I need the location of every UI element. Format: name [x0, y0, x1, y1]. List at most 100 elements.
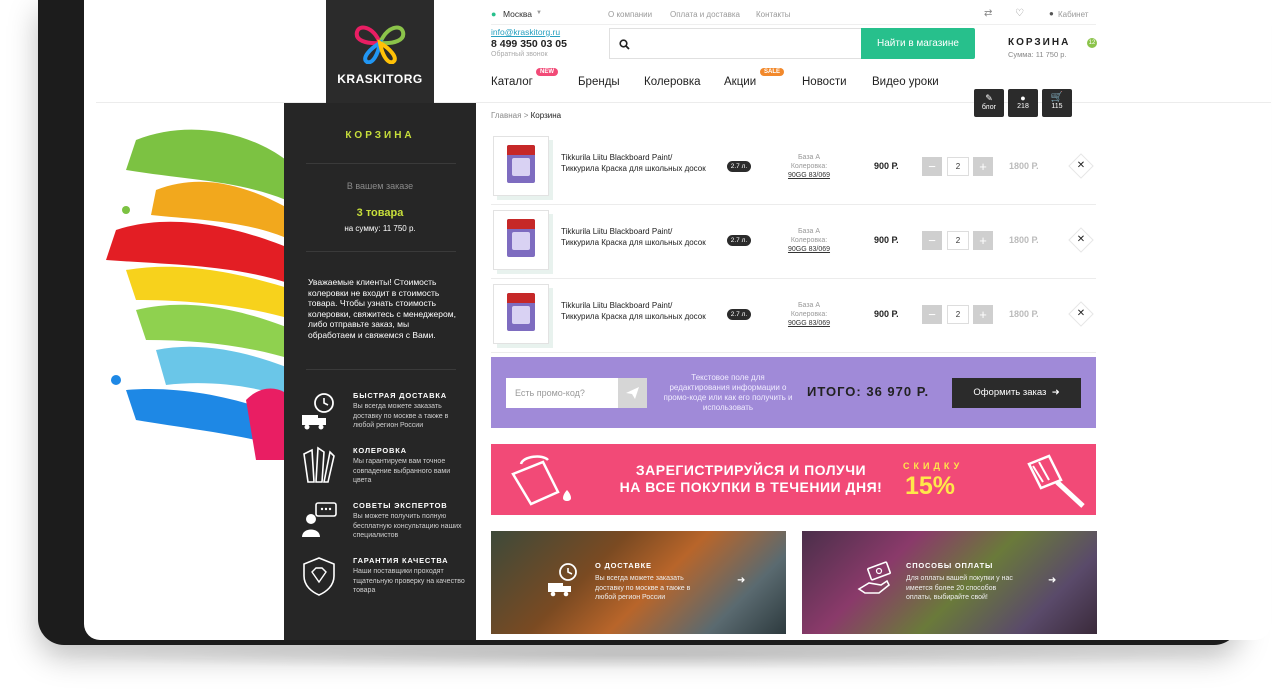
- callback-link[interactable]: Обратный звонок: [491, 51, 548, 58]
- tile-title: СПОСОБЫ ОПЛАТЫ: [906, 561, 994, 570]
- breadcrumb-current: Корзина: [530, 111, 562, 120]
- tint-label: Колеровка:: [790, 163, 828, 170]
- sidebar-in-order: В вашем заказе: [346, 181, 414, 191]
- brushes-icon: [303, 446, 335, 483]
- product-name[interactable]: Tikkurila Liitu Blackboard Paint/ Тиккур…: [561, 301, 711, 322]
- feature-text: Вы всегда можете заказать доставку по мо…: [353, 403, 449, 429]
- qty-input[interactable]: 2: [947, 231, 969, 250]
- topbar-divider: [491, 24, 1096, 25]
- feature-text: Мы гарантируем вам точное совпадение выб…: [353, 458, 451, 484]
- remove-item-button[interactable]: ✕: [1068, 301, 1094, 327]
- breadcrumb-home[interactable]: Главная: [491, 111, 521, 120]
- product-thumbnail[interactable]: [493, 284, 549, 344]
- link-about[interactable]: О компании: [608, 10, 652, 19]
- product-name[interactable]: Tikkurila Liitu Blackboard Paint/ Тиккур…: [561, 153, 711, 174]
- cabinet-link[interactable]: Кабинет: [1058, 10, 1088, 19]
- qty-minus-button[interactable]: −: [922, 157, 942, 176]
- delivery-info-tile[interactable]: О ДОСТАВКЕ Вы всегда можете заказать дос…: [491, 531, 786, 634]
- chat-count: 218: [1017, 103, 1029, 110]
- product-thumbnail[interactable]: [493, 210, 549, 270]
- city-selector[interactable]: Москва: [503, 9, 532, 19]
- total-value: 36 970 Р.: [866, 384, 930, 399]
- chat-bubble-icon: ●: [1020, 93, 1026, 103]
- checkout-button[interactable]: Оформить заказ ➜: [952, 378, 1081, 408]
- chevron-down-icon: ▼: [536, 10, 542, 16]
- close-icon: ✕: [1076, 160, 1086, 171]
- close-icon: ✕: [1076, 234, 1086, 245]
- tint-code-link[interactable]: 90GG 83/069: [788, 172, 830, 179]
- register-discount-banner[interactable]: ЗАРЕГИСТРИРУЙСЯ И ПОЛУЧИ НА ВСЕ ПОКУПКИ …: [491, 444, 1096, 515]
- promo-submit-button[interactable]: [618, 378, 647, 408]
- qty-plus-button[interactable]: +: [973, 157, 993, 176]
- sale-badge: SALE: [760, 68, 785, 76]
- nav-tinting[interactable]: Колеровка: [644, 76, 701, 88]
- line-total: 1800 Р.: [1009, 161, 1039, 171]
- nav-sales[interactable]: Акции: [724, 76, 756, 88]
- paint-can-image: [507, 293, 535, 331]
- promo-info: Текстовое поле для редактирования информ…: [663, 373, 793, 412]
- product-name[interactable]: Tikkurila Liitu Blackboard Paint/ Тиккур…: [561, 227, 711, 248]
- feature-title: ГАРАНТИЯ КАЧЕСТВА: [353, 556, 449, 565]
- nav-news[interactable]: Новости: [802, 76, 847, 88]
- email-link[interactable]: info@kraskitorg.ru: [491, 27, 560, 37]
- product-thumbnail[interactable]: [493, 136, 549, 196]
- tint-code-link[interactable]: 90GG 83/069: [788, 320, 830, 327]
- nav-brands[interactable]: Бренды: [578, 76, 620, 88]
- heart-icon[interactable]: ♡: [1015, 8, 1024, 19]
- remove-item-button[interactable]: ✕: [1068, 227, 1094, 253]
- blog-button[interactable]: ✎ блог: [974, 89, 1004, 117]
- sidebar-divider: [306, 251, 456, 252]
- search-icon: [619, 39, 630, 50]
- expert-chat-icon: [302, 502, 337, 537]
- truck-clock-icon: [302, 393, 334, 430]
- breadcrumb-separator: >: [523, 111, 529, 120]
- phone-number[interactable]: 8 499 350 03 05: [491, 38, 567, 50]
- discount-label: СКИДКУ: [903, 461, 964, 471]
- promo-code-input[interactable]: Есть промо-код?: [506, 378, 618, 408]
- header-cart-label[interactable]: КОРЗИНА: [1008, 37, 1070, 48]
- cart-item-row: Tikkurila Liitu Blackboard Paint/ Тиккур…: [491, 279, 1096, 353]
- qty-plus-button[interactable]: +: [973, 231, 993, 250]
- truck-clock-icon: [548, 563, 577, 597]
- total-label: ИТОГО:: [807, 384, 862, 399]
- browser-screen: KRASKITORG ● Москва ▼ О компании Оплата …: [84, 0, 1271, 640]
- logo[interactable]: KRASKITORG: [326, 0, 434, 112]
- sidebar-item-count: 3 товара: [356, 207, 404, 219]
- nav-video[interactable]: Видео уроки: [872, 76, 939, 88]
- sidebar-title: КОРЗИНА: [345, 130, 415, 141]
- feature-experts: СОВЕТЫ ЭКСПЕРТОВ Вы можете получить полн…: [300, 501, 470, 551]
- paint-can-image: [507, 145, 535, 183]
- floating-cart-button[interactable]: 🛒 115: [1042, 89, 1072, 117]
- banner-headline: ЗАРЕГИСТРИРУЙСЯ И ПОЛУЧИ НА ВСЕ ПОКУПКИ …: [611, 462, 891, 496]
- chat-button[interactable]: ● 218: [1008, 89, 1038, 117]
- qty-minus-button[interactable]: −: [922, 231, 942, 250]
- nav-catalog[interactable]: Каталог: [491, 76, 533, 88]
- remove-item-button[interactable]: ✕: [1068, 153, 1094, 179]
- order-total: ИТОГО: 36 970 Р.: [807, 384, 929, 399]
- send-icon: [626, 387, 639, 399]
- tint-code-link[interactable]: 90GG 83/069: [788, 246, 830, 253]
- laptop-frame: KRASKITORG ● Москва ▼ О компании Оплата …: [38, 0, 1271, 645]
- qty-input[interactable]: 2: [947, 157, 969, 176]
- link-contacts[interactable]: Контакты: [756, 10, 791, 19]
- cart-item-row: Tikkurila Liitu Blackboard Paint/ Тиккур…: [491, 205, 1096, 279]
- payment-info-tile[interactable]: СПОСОБЫ ОПЛАТЫ Для оплаты вашей покупки …: [802, 531, 1097, 634]
- sidebar-sum: на сумму: 11 750 р.: [344, 224, 416, 233]
- qty-minus-button[interactable]: −: [922, 305, 942, 324]
- header-cart-sum: Сумма: 11 750 р.: [1008, 50, 1067, 59]
- logo-text: KRASKITORG: [337, 72, 423, 86]
- compare-icon[interactable]: ⇄: [984, 8, 992, 19]
- butterfly-logo-icon: [354, 25, 406, 64]
- search-input[interactable]: [609, 28, 861, 59]
- feature-title: БЫСТРАЯ ДОСТАВКА: [353, 391, 447, 400]
- close-icon: ✕: [1076, 308, 1086, 319]
- search-button[interactable]: Найти в магазине: [861, 28, 975, 59]
- link-payment-delivery[interactable]: Оплата и доставка: [670, 10, 740, 19]
- qty-plus-button[interactable]: +: [973, 305, 993, 324]
- sidebar-divider: [306, 163, 456, 164]
- base-label: База А: [797, 228, 821, 235]
- tile-title: О ДОСТАВКЕ: [595, 561, 652, 570]
- sidebar-note: Уважаемые клиенты! Стоимость колеровки н…: [308, 277, 456, 340]
- feature-text: Вы можете получить полную бесплатную кон…: [353, 513, 462, 539]
- qty-input[interactable]: 2: [947, 305, 969, 324]
